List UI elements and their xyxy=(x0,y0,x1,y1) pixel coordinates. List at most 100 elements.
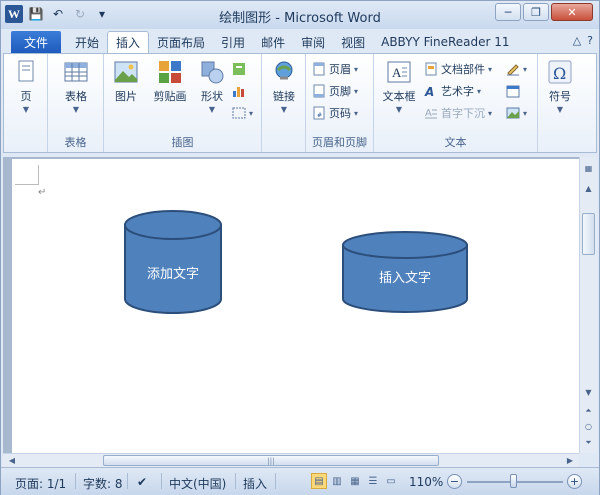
datetime-button[interactable] xyxy=(506,82,520,100)
window-controls: ─ ❐ ✕ xyxy=(495,3,593,21)
zoom-out-button[interactable]: − xyxy=(447,474,462,489)
wordart-label: 艺术字 xyxy=(441,85,474,98)
wordart-icon: A xyxy=(424,85,434,98)
page-number-button[interactable]: # 页码 ▾ xyxy=(312,104,358,122)
web-layout-icon[interactable]: ▦ xyxy=(347,473,363,489)
scroll-up-icon[interactable]: ▲ xyxy=(581,181,596,196)
chevron-down-icon: ▾ xyxy=(523,65,528,74)
tab-4[interactable]: 引用 xyxy=(213,31,253,53)
page-icon xyxy=(18,60,34,82)
dropcap-icon: A xyxy=(425,108,437,119)
signature-line-button[interactable]: ▾ xyxy=(506,60,527,78)
chevron-down-icon: ▾ xyxy=(523,109,528,118)
scroll-down-icon[interactable]: ▼ xyxy=(581,385,596,400)
zoom-in-button[interactable]: + xyxy=(567,474,582,489)
chevron-down-icon: ▾ xyxy=(477,87,482,96)
header-button[interactable]: 页眉 ▾ xyxy=(312,60,358,78)
picture-button[interactable]: 图片 xyxy=(106,58,146,104)
tab-file[interactable]: 文件 xyxy=(11,31,61,53)
scroll-right-icon[interactable]: ▶ xyxy=(563,454,577,467)
status-page[interactable]: 页面: 1/1 xyxy=(15,475,66,492)
next-page-icon[interactable]: ⏷ xyxy=(581,435,596,450)
chevron-down-icon: ▾ xyxy=(354,109,359,118)
horizontal-scroll-thumb[interactable]: ||| xyxy=(103,455,439,466)
full-screen-reading-icon[interactable]: ▥ xyxy=(329,473,345,489)
outline-view-icon[interactable]: ☰ xyxy=(365,473,381,489)
help-icon[interactable]: ? xyxy=(587,34,593,47)
table-button[interactable]: 表格 ▼ xyxy=(56,58,96,114)
document-page[interactable]: ↵ 添加文字 插入文字 xyxy=(12,159,579,453)
close-button[interactable]: ✕ xyxy=(551,3,593,21)
object-button[interactable]: ▾ xyxy=(506,104,527,122)
print-layout-view-icon[interactable]: ▤ xyxy=(311,473,327,489)
dropcap-button[interactable]: A 首字下沉 ▾ xyxy=(424,104,492,122)
browse-object-icon[interactable]: ○ xyxy=(581,419,596,434)
status-language[interactable]: 中文(中国) xyxy=(169,475,226,492)
wordart-button[interactable]: A 艺术字 ▾ xyxy=(424,82,481,100)
tab-6[interactable]: 审阅 xyxy=(293,31,333,53)
status-words[interactable]: 字数: 8 xyxy=(83,475,123,492)
group-header-footer: 页眉 ▾ 页脚 ▾ # 页码 ▾ 页眉和页脚 xyxy=(306,54,374,152)
tab-1[interactable]: 开始 xyxy=(67,31,107,53)
svg-text:A: A xyxy=(425,108,432,119)
tab-8[interactable]: ABBYY FineReader 11 xyxy=(373,31,517,53)
group-links: 链接 ▼ xyxy=(262,54,306,152)
textbox-icon: A xyxy=(387,61,411,83)
zoom-slider-thumb[interactable] xyxy=(510,474,517,488)
pages-button[interactable]: 页 ▼ xyxy=(6,58,46,114)
tab-7[interactable]: 视图 xyxy=(333,31,373,53)
clipart-label: 剪贴画 xyxy=(153,90,187,103)
status-insert-mode[interactable]: 插入 xyxy=(243,475,267,492)
shapes-label: 形状 xyxy=(201,90,223,103)
shapes-canvas xyxy=(124,210,468,314)
collapse-ribbon-icon[interactable]: △ xyxy=(573,34,581,47)
status-divider xyxy=(127,473,128,489)
cylinder-shape-1[interactable] xyxy=(124,210,222,314)
calendar-icon xyxy=(506,85,520,98)
textbox-button[interactable]: A 文本框 ▼ xyxy=(378,58,420,114)
quickparts-button[interactable]: 文档部件 ▾ xyxy=(424,60,492,78)
textbox-label: 文本框 xyxy=(382,90,416,103)
screenshot-button[interactable]: ▾ xyxy=(232,104,253,122)
clipart-button[interactable]: 剪贴画 xyxy=(148,58,192,104)
links-button[interactable]: 链接 ▼ xyxy=(264,58,304,114)
vertical-scrollbar[interactable]: ▦ ▲ ▼ ⏶ ○ ⏷ xyxy=(579,157,597,453)
vertical-scroll-thumb[interactable] xyxy=(582,213,595,255)
document-area: ↵ 添加文字 插入文字 xyxy=(3,157,579,453)
chevron-down-icon: ▼ xyxy=(395,105,403,114)
restore-button[interactable]: ❐ xyxy=(523,3,549,21)
tab-5[interactable]: 邮件 xyxy=(253,31,293,53)
shapes-icon xyxy=(201,61,224,84)
ribbon-tab-bar: 文件 开始 插入 页面布局 引用 邮件 审阅 视图 ABBYY FineReader 11 △… xyxy=(1,29,599,53)
group-pages: 页 ▼ xyxy=(4,54,48,152)
group-illustrations: 图片 剪贴画 形状 ▼ ▾ 插图 xyxy=(104,54,262,152)
smartart-button[interactable] xyxy=(232,60,246,78)
minimize-button[interactable]: ─ xyxy=(495,3,521,21)
group-symbols: Ω 符号 ▼ xyxy=(538,54,582,152)
symbols-button[interactable]: Ω 符号 ▼ xyxy=(540,58,580,114)
quickparts-label: 文档部件 xyxy=(441,63,485,76)
chevron-down-icon: ▾ xyxy=(488,65,493,74)
shape-label-2[interactable]: 插入文字 xyxy=(343,267,467,286)
ruler-toggle-icon[interactable]: ▦ xyxy=(581,161,596,176)
omega-icon: Ω xyxy=(548,60,572,84)
zoom-level[interactable]: 110% xyxy=(409,475,443,489)
draft-view-icon[interactable]: ▭ xyxy=(383,473,399,489)
quickparts-icon xyxy=(425,62,437,76)
spellcheck-icon[interactable]: ✔ xyxy=(137,475,147,489)
group-label-text: 文本 xyxy=(444,136,467,149)
word-window: W 💾 ↶ ↻ ▾ 绘制图形 - Microsoft Word ─ ❐ ✕ 文件… xyxy=(0,0,600,495)
tab-2[interactable]: 插入 xyxy=(107,31,150,53)
footer-button[interactable]: 页脚 ▾ xyxy=(312,82,358,100)
group-label-header-footer: 页眉和页脚 xyxy=(312,136,367,149)
horizontal-scrollbar[interactable]: ◀ ||| ▶ xyxy=(3,453,579,467)
scroll-left-icon[interactable]: ◀ xyxy=(5,454,19,467)
svg-text:Ω: Ω xyxy=(553,64,566,83)
chart-button[interactable] xyxy=(232,82,246,100)
group-text: A 文本框 ▼ 文档部件 ▾ A 艺术字 ▾ A 首字下沉 ▾ ▾ ▾ 文本 xyxy=(374,54,538,152)
shapes-button[interactable]: 形状 ▼ xyxy=(192,58,232,114)
shape-label-1[interactable]: 添加文字 xyxy=(125,263,221,282)
previous-page-icon[interactable]: ⏶ xyxy=(581,403,596,418)
ribbon-tabs: 开始 插入 页面布局 引用 邮件 审阅 视图 ABBYY FineReader 11 xyxy=(67,31,518,53)
tab-3[interactable]: 页面布局 xyxy=(149,31,213,53)
